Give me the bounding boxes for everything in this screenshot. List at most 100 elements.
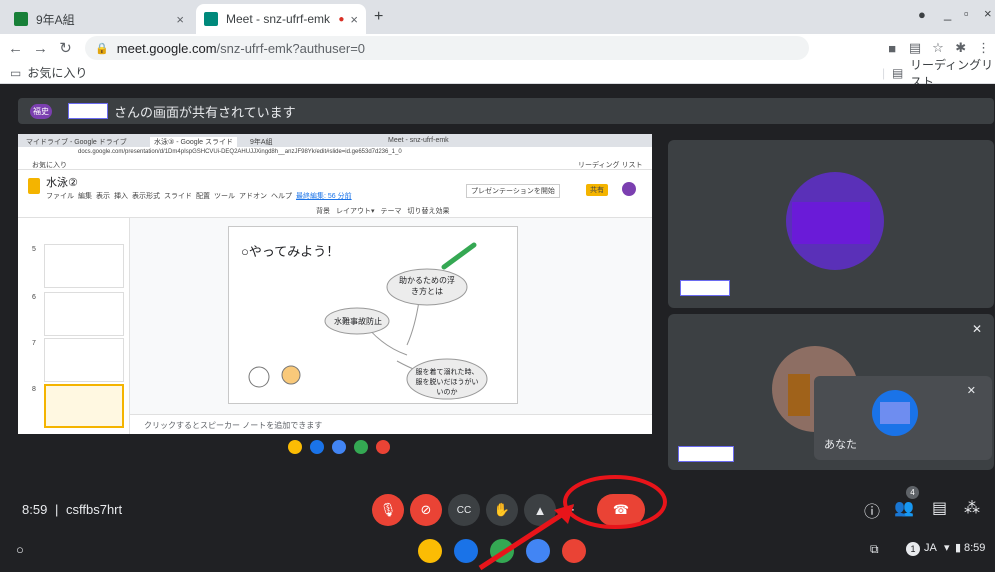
toolbar-layout: レイアウト▾ [336,208,375,215]
last-edit: 最終編集: 56 分前 [296,193,352,200]
shared-chrome-icon [288,440,302,454]
menu-addons: アドオン [239,193,267,200]
mic-off-icon: 🎙 [379,502,397,517]
chrome-icon[interactable] [418,539,442,563]
new-tab-button[interactable]: + [374,8,383,26]
menu-icon[interactable]: ⋮ [972,40,995,56]
doc-title: 水泳② [46,177,78,189]
slide-thumb [44,338,124,382]
bookmark-favorites[interactable]: お気に入り [27,64,87,81]
activities-icon[interactable]: ⁂ [964,498,980,518]
mic-muted-icon: ✕ [966,385,976,397]
forward-arrow-icon[interactable]: → [31,40,50,57]
redacted-avatar [880,402,910,424]
divider: | [55,502,59,517]
slides-logo-icon [28,178,40,194]
screen-capture-icon[interactable]: ⧉ [870,542,879,557]
toolbar-transition: 切り替え効果 [407,208,450,215]
illustration-cloud [248,366,270,388]
notification-badge[interactable]: 1 [906,542,920,556]
star-icon[interactable]: ☆ [926,40,949,56]
menu-arrange: 配置 [196,193,210,200]
ime-indicator[interactable]: JA [924,542,937,554]
shared-tab-class: 9年A組 [250,139,273,146]
camera-off-button[interactable]: ⊘ [410,494,442,526]
menu-insert: 挿入 [114,193,128,200]
people-icon[interactable]: 👥 [894,498,914,518]
menu-tools: ツール [214,193,235,200]
back-arrow-icon[interactable]: ← [6,40,25,57]
url-input[interactable]: 🔒 meet.google.com /snz-ufrf-emk?authuser… [85,36,809,60]
slide-thumb [44,292,124,336]
tab-strip: 9年A組 × Meet - snz-ufrf-emk ● × + ● _ ▫ × [0,0,995,34]
self-tile[interactable]: ✕ あなた [814,376,992,460]
tab-meet[interactable]: Meet - snz-ufrf-emk ● × [196,4,366,34]
shared-screen: マイドライブ - Google ドライブ 水泳③ - Google スライド 9… [18,134,652,460]
battery-icon: ▮ [955,542,962,554]
slide-thumb [44,244,124,288]
mic-muted-icon: ✕ [971,322,982,336]
menu-view: 表示 [96,193,110,200]
connector-line [406,300,420,346]
launcher-icon[interactable]: ○ [16,542,24,557]
toolbar-items: 背景 レイアウト▾ テーマ 切り替え効果 [316,206,450,216]
slide-number: 5 [32,246,36,253]
tab-title: 9年A組 [36,12,75,27]
redacted-avatar [788,374,810,416]
clock[interactable]: 8:59 [964,542,985,554]
classroom-favicon-icon [14,12,28,26]
toolbar-theme: テーマ [380,208,402,215]
wifi-icon: ▾ [944,542,950,554]
filmstrip: 5 6 7 8 [18,218,130,434]
speaker-notes: クリックするとスピーカー ノートを追加できます [130,414,652,434]
chat-icon[interactable]: ▤ [932,498,947,518]
menu-slide: スライド [164,193,192,200]
redacted-name [68,103,108,119]
redacted-avatar [792,202,870,244]
maximize-button[interactable]: ▫ [964,6,969,21]
toolbar-background: 背景 [316,208,330,215]
meet-favicon-icon [204,12,218,26]
shared-bookmarks: お気に入り リーディング リスト [18,159,652,170]
minimize-button[interactable]: _ [944,6,951,21]
slide-number: 8 [32,386,36,393]
folder-icon: ▭ [10,65,22,80]
camera-off-icon: ⊘ [420,502,432,517]
camera-status-icon[interactable]: ■ [881,41,904,56]
tab-class[interactable]: 9年A組 × [6,4,192,34]
window-record-icon: ● [918,7,926,22]
bubble-text-1: 助かるための浮き方とは [399,276,455,296]
shared-docs-icon [332,440,346,454]
bookmarks-bar: ▭ お気に入り | ▤ リーディングリスト [0,58,995,89]
share-button: 共有 [586,184,608,196]
presenter-chip: 福史 [30,103,52,119]
illustration-person [281,365,301,385]
address-bar: ← → ↻ 🔒 meet.google.com /snz-ufrf-emk?au… [0,34,995,62]
recording-dot-icon: ● [338,13,345,25]
annotation-arrow [478,504,574,571]
slide-canvas: ○やってみよう！ 助かるための浮き方とは 水難事故防止 服を着て溺れた時、服を脱… [130,218,652,414]
present-button: プレゼンテーションを開始 [466,184,560,198]
translate-icon[interactable]: ▤ [904,40,927,56]
menu-file: ファイル [46,193,74,200]
slides-toolbar: 背景 レイアウト▾ テーマ 切り替え効果 [18,204,652,218]
close-tab-icon[interactable]: × [350,12,358,27]
close-tab-icon[interactable]: × [176,12,184,27]
mic-off-button[interactable]: 🎙 [372,494,404,526]
shared-drive-icon [354,440,368,454]
url-path: /snz-ufrf-emk?authuser=0 [216,40,366,56]
extensions-icon[interactable]: ✱ [949,40,972,56]
slide-thumb-selected [44,384,124,428]
participant-tile[interactable] [668,140,994,308]
info-icon[interactable]: ⓘ [864,498,880,522]
os-shelf: ○ ⧉ 1 JA ▾ ▮ 8:59 [0,504,995,571]
shared-address-bar: docs.google.com/presentation/d/1Dm4pIspG… [18,147,652,159]
shared-bookmark: お気に入り [32,162,67,169]
reading-list-icon: ▤ [892,65,904,80]
close-window-button[interactable]: × [984,6,992,21]
shared-gmail-icon [376,440,390,454]
menu-help: ヘルプ [271,193,292,200]
self-label: あなた [824,439,857,451]
reload-icon[interactable]: ↻ [56,39,75,57]
redacted-name [678,446,734,462]
